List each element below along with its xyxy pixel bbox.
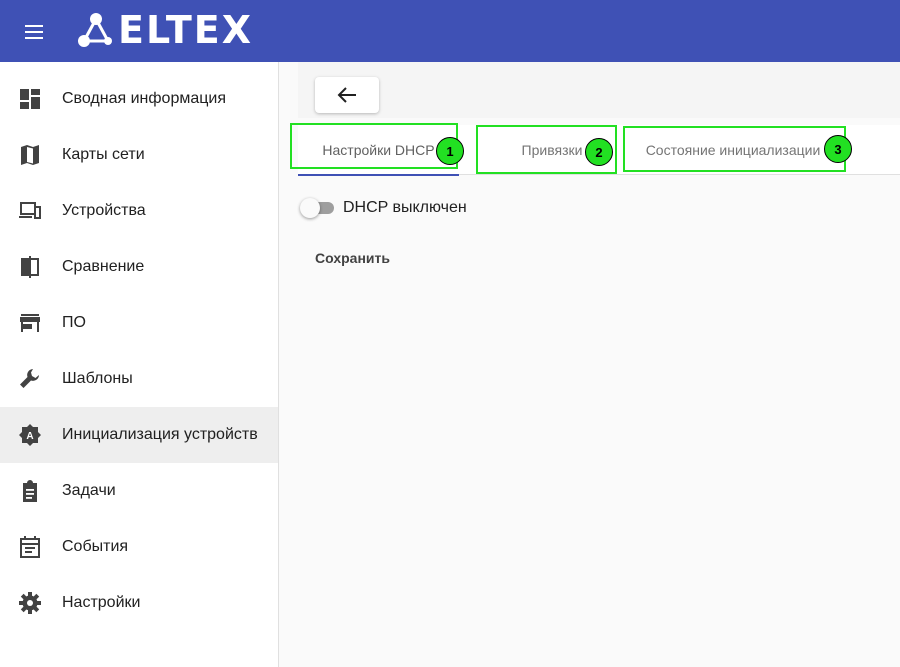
map-icon xyxy=(19,144,41,166)
eltex-logo: ELTEX xyxy=(76,8,254,52)
sidebar-item-events[interactable]: События xyxy=(0,519,278,575)
sidebar-item-label: Сводная информация xyxy=(62,90,226,107)
tab-active-indicator xyxy=(298,174,459,176)
hamburger-menu-icon[interactable] xyxy=(20,18,48,46)
sidebar-item-label: Устройства xyxy=(62,202,146,219)
sidebar-item-network-maps[interactable]: Карты сети xyxy=(0,127,278,183)
sidebar-item-templates[interactable]: Шаблоны xyxy=(0,351,278,407)
sidebar: Сводная информация Карты сети Устройства… xyxy=(0,62,279,667)
sidebar-item-software[interactable]: ПО xyxy=(0,295,278,351)
dhcp-toggle-label: DHCP выключен xyxy=(343,199,467,216)
sidebar-item-label: ПО xyxy=(62,314,86,331)
wrench-icon xyxy=(19,368,41,390)
sidebar-item-label: Карты сети xyxy=(62,146,145,163)
devices-icon xyxy=(19,200,41,222)
sidebar-item-label: Задачи xyxy=(62,482,116,499)
sidebar-item-label: Сравнение xyxy=(62,258,145,275)
sidebar-item-tasks[interactable]: Задачи xyxy=(0,463,278,519)
sidebar-item-devices[interactable]: Устройства xyxy=(0,183,278,239)
arrow-left-icon xyxy=(337,87,356,103)
auto-init-icon: A xyxy=(19,424,41,446)
tab-label: Привязки xyxy=(521,142,583,158)
back-button[interactable] xyxy=(315,77,379,113)
clipboard-icon xyxy=(19,480,41,502)
tab-label: Состояние инициализации xyxy=(645,142,821,158)
callout-badge-1: 1 xyxy=(436,137,464,165)
callout-badge-3: 3 xyxy=(824,135,852,163)
sidebar-item-label: Шаблоны xyxy=(62,370,133,387)
save-button[interactable]: Сохранить xyxy=(307,242,398,274)
sidebar-item-label: События xyxy=(62,538,129,555)
gear-icon xyxy=(19,592,41,614)
calendar-icon xyxy=(19,536,41,558)
toolbar-strip xyxy=(298,62,900,118)
dhcp-toggle[interactable] xyxy=(300,198,336,218)
top-app-bar: ELTEX xyxy=(0,0,900,62)
tab-dhcp-settings[interactable]: Настройки DHCP xyxy=(298,125,459,176)
tab-label: Настройки DHCP xyxy=(322,142,435,158)
network-nodes-icon xyxy=(78,13,112,47)
store-icon xyxy=(19,312,41,334)
tab-init-status[interactable]: Состояние инициализации xyxy=(638,125,828,175)
sidebar-item-summary[interactable]: Сводная информация xyxy=(0,71,278,127)
svg-text:A: A xyxy=(26,431,33,442)
dashboard-icon xyxy=(19,88,41,110)
sidebar-item-settings[interactable]: Настройки xyxy=(0,575,278,631)
callout-badge-2: 2 xyxy=(585,138,613,166)
sidebar-item-label: Инициализация устройств xyxy=(62,426,258,443)
sidebar-item-device-init[interactable]: A Инициализация устройств xyxy=(0,407,278,463)
sidebar-item-compare[interactable]: Сравнение xyxy=(0,239,278,295)
logo-text: ELTEX xyxy=(118,8,254,52)
compare-icon xyxy=(19,256,41,278)
toggle-thumb xyxy=(300,198,320,218)
sidebar-item-label: Настройки xyxy=(62,594,141,611)
